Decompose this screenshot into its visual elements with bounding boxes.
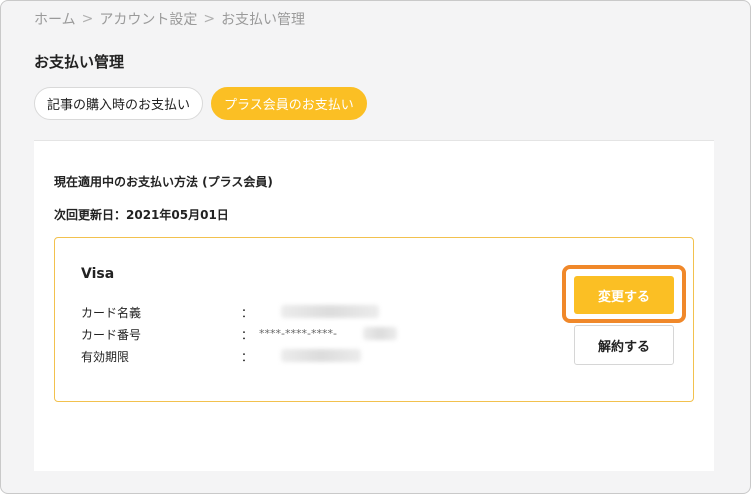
card-expiry-row: 有効期限 ： bbox=[81, 348, 361, 365]
card-expiry-colon: ： bbox=[241, 350, 254, 364]
card-number-row: カード番号 ： ****-****-****- bbox=[81, 326, 397, 343]
breadcrumb-separator: > bbox=[81, 11, 94, 27]
payment-panel: 現在適用中のお支払い方法 (プラス会員) 次回更新日：2021年05月01日 V… bbox=[34, 141, 714, 471]
card-holder-label: カード名義 bbox=[81, 306, 142, 320]
card-number-value: ****-****-****- bbox=[259, 327, 337, 340]
tab-plus-membership[interactable]: プラス会員のお支払い bbox=[211, 87, 367, 120]
card-holder-row: カード名義 ： bbox=[81, 304, 379, 321]
card-number-label: カード番号 bbox=[81, 328, 142, 342]
cancel-membership-button[interactable]: 解約する bbox=[574, 325, 674, 365]
current-method-heading: 現在適用中のお支払い方法 (プラス会員) bbox=[54, 175, 273, 189]
breadcrumb: ホーム > アカウント設定 > お支払い管理 bbox=[34, 9, 305, 29]
card-holder-colon: ： bbox=[241, 306, 254, 320]
tab-article-purchase[interactable]: 記事の購入時のお支払い bbox=[34, 87, 204, 120]
card-expiry-label: 有効期限 bbox=[81, 350, 130, 364]
card-number-colon: ： bbox=[241, 328, 254, 342]
card-expiry-value-redacted bbox=[281, 349, 361, 362]
card-holder-value-redacted bbox=[281, 305, 379, 318]
page-title: お支払い管理 bbox=[34, 53, 125, 71]
renewal-date: 次回更新日：2021年05月01日 bbox=[54, 208, 229, 222]
app-frame: ホーム > アカウント設定 > お支払い管理 お支払い管理 記事の購入時のお支払… bbox=[0, 0, 751, 494]
card-info-box: Visa カード名義 ： カード番号 ： ****-****-****- 有効期… bbox=[54, 237, 694, 402]
card-brand: Visa bbox=[81, 266, 115, 282]
card-number-last4-redacted bbox=[363, 327, 397, 340]
change-payment-button[interactable]: 変更する bbox=[574, 276, 674, 314]
breadcrumb-separator: > bbox=[203, 11, 216, 27]
breadcrumb-home[interactable]: ホーム bbox=[34, 9, 76, 29]
breadcrumb-current: お支払い管理 bbox=[221, 12, 306, 28]
payment-tabs: 記事の購入時のお支払い プラス会員のお支払い bbox=[34, 87, 367, 120]
breadcrumb-account-settings[interactable]: アカウント設定 bbox=[99, 9, 197, 29]
